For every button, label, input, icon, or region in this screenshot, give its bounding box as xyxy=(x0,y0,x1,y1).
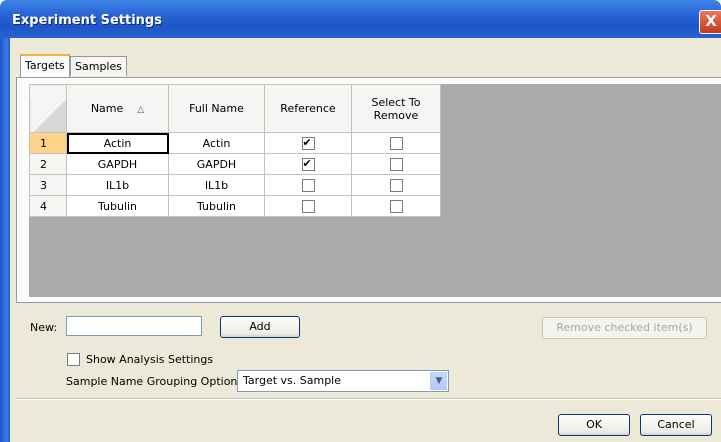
column-header-label: Name xyxy=(90,102,124,115)
chevron-down-icon[interactable]: ▼ xyxy=(430,372,447,390)
remove-checkbox[interactable] xyxy=(389,178,403,192)
column-header-name[interactable]: Name △ xyxy=(66,84,169,133)
cell-remove xyxy=(351,174,441,196)
row-header[interactable]: 1 xyxy=(29,132,67,154)
tab-samples[interactable]: Samples xyxy=(70,56,127,76)
cancel-button[interactable]: Cancel xyxy=(640,414,712,436)
remove-checkbox[interactable] xyxy=(389,199,403,213)
table-row[interactable]: 4 Tubulin Tubulin xyxy=(29,195,441,217)
row-header[interactable]: 2 xyxy=(29,153,67,175)
sort-ascending-icon: △ xyxy=(137,105,145,115)
new-target-input[interactable] xyxy=(66,316,202,336)
targets-table: Name △ Full Name Reference Select To Remo… xyxy=(29,84,441,217)
reference-checkbox[interactable] xyxy=(301,178,315,192)
grid-corner[interactable] xyxy=(29,84,67,133)
show-analysis-checkbox[interactable] xyxy=(67,353,80,366)
close-button[interactable]: X xyxy=(699,10,721,34)
column-header-reference[interactable]: Reference xyxy=(264,84,352,133)
cell-full-name[interactable]: GAPDH xyxy=(168,153,265,175)
grouping-selected-value: Target vs. Sample xyxy=(243,374,342,387)
reference-checkbox[interactable] xyxy=(301,157,315,171)
cell-full-name[interactable]: IL1b xyxy=(168,174,265,196)
grouping-label: Sample Name Grouping Option: xyxy=(66,375,242,388)
new-label: New: xyxy=(30,321,58,334)
column-header-select-to-remove[interactable]: Select To Remove xyxy=(351,84,441,133)
cell-name[interactable]: Tubulin xyxy=(66,195,169,217)
reference-checkbox[interactable] xyxy=(301,136,315,150)
cell-reference xyxy=(264,132,352,154)
add-button[interactable]: Add xyxy=(220,316,300,338)
ok-button[interactable]: OK xyxy=(558,414,630,436)
targets-grid: Name △ Full Name Reference Select To Remo… xyxy=(29,84,721,297)
cell-reference xyxy=(264,153,352,175)
table-row[interactable]: 2 GAPDH GAPDH xyxy=(29,153,441,175)
row-header[interactable]: 3 xyxy=(29,174,67,196)
window-frame-left xyxy=(0,38,10,442)
reference-checkbox[interactable] xyxy=(301,199,315,213)
cell-name[interactable]: Actin xyxy=(66,132,169,154)
cell-remove xyxy=(351,153,441,175)
cell-reference xyxy=(264,174,352,196)
row-header[interactable]: 4 xyxy=(29,195,67,217)
cell-remove xyxy=(351,132,441,154)
cell-remove xyxy=(351,195,441,217)
grouping-select[interactable]: Target vs. Sample ▼ xyxy=(237,370,449,392)
cell-full-name[interactable]: Tubulin xyxy=(168,195,265,217)
show-analysis-label: Show Analysis Settings xyxy=(86,353,214,366)
remove-checkbox[interactable] xyxy=(389,157,403,171)
table-row[interactable]: 1 Actin Actin xyxy=(29,132,441,154)
remove-checked-button[interactable]: Remove checked item(s) xyxy=(542,317,707,339)
title-bar: Experiment Settings X xyxy=(0,0,721,38)
cell-full-name[interactable]: Actin xyxy=(168,132,265,154)
cell-name[interactable]: GAPDH xyxy=(66,153,169,175)
footer-divider xyxy=(16,398,721,400)
cell-name[interactable]: IL1b xyxy=(66,174,169,196)
remove-checkbox[interactable] xyxy=(389,136,403,150)
tab-targets[interactable]: Targets xyxy=(20,54,70,77)
window-title: Experiment Settings xyxy=(12,13,162,28)
table-row[interactable]: 3 IL1b IL1b xyxy=(29,174,441,196)
column-header-full-name[interactable]: Full Name xyxy=(168,84,265,133)
cell-reference xyxy=(264,195,352,217)
